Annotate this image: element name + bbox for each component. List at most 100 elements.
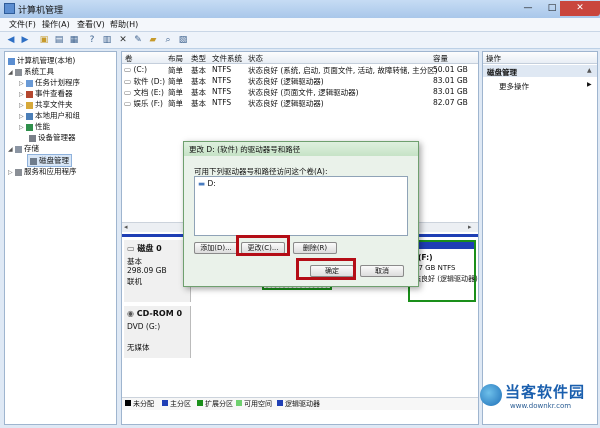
up-folder-icon[interactable]: ▣ bbox=[38, 34, 50, 46]
expand-arrow-icon[interactable]: ▷ bbox=[19, 113, 24, 120]
cell-layout: 简单 bbox=[168, 66, 183, 75]
dialog-title: 更改 D: (软件) 的驱动器号和路径 bbox=[189, 145, 301, 154]
window-title: 计算机管理 bbox=[18, 6, 64, 16]
collapse-arrow-icon[interactable]: ◢ bbox=[8, 146, 13, 153]
drive-path-list[interactable]: ▬ D: bbox=[194, 176, 408, 236]
legend-swatch-logical bbox=[277, 400, 283, 406]
cdrom-0-type: DVD (G:) bbox=[127, 322, 161, 331]
cdrom-0-label[interactable]: ◉ CD-ROM 0 DVD (G:) 无媒体 bbox=[124, 306, 191, 358]
tree-item-services-apps[interactable]: ▷ 服务和应用程序 bbox=[8, 166, 77, 177]
partition-f-name: (F:) bbox=[418, 253, 433, 262]
cell-filesystem: NTFS bbox=[212, 87, 232, 96]
show-hide-tree-icon[interactable]: ▤ bbox=[53, 34, 65, 46]
watermark-url: www.downkr.com bbox=[510, 402, 572, 410]
volume-table-header: 卷 布局 类型 文件系统 状态 容量 bbox=[122, 52, 478, 64]
properties-icon[interactable]: ▦ bbox=[68, 34, 80, 46]
table-row[interactable]: ▭ 娱乐 (F:) 简单 基本 NTFS 状态良好 (逻辑驱动器) 82.07 … bbox=[122, 98, 478, 109]
column-header-status[interactable]: 状态 bbox=[248, 53, 263, 64]
cell-capacity: 83.01 GB bbox=[433, 87, 468, 96]
expand-arrow-icon[interactable]: ▷ bbox=[19, 80, 24, 87]
minimize-button[interactable]: — bbox=[516, 1, 540, 16]
legend-free: 可用空间 bbox=[244, 400, 272, 408]
close-button[interactable]: ✕ bbox=[560, 1, 600, 16]
menu-view[interactable]: 查看(V) bbox=[77, 19, 105, 30]
cell-layout: 简单 bbox=[168, 77, 183, 86]
menu-bar: 文件(F) 操作(A) 查看(V) 帮助(H) bbox=[0, 18, 600, 32]
table-row[interactable]: ▭ 文档 (E:) 简单 基本 NTFS 状态良好 (页面文件, 逻辑驱动器) … bbox=[122, 87, 478, 98]
legend-logical: 逻辑驱动器 bbox=[285, 400, 320, 408]
cell-volume: ▭ 娱乐 (F:) bbox=[124, 99, 163, 108]
device-manager-icon bbox=[29, 134, 36, 142]
list-item[interactable]: ▬ D: bbox=[198, 179, 216, 188]
expand-arrow-icon[interactable]: ▷ bbox=[8, 169, 13, 176]
scroll-right-icon[interactable]: ▸ bbox=[468, 223, 472, 231]
open-icon[interactable]: ▰ bbox=[147, 34, 159, 46]
actions-header: 操作 bbox=[483, 52, 597, 64]
tree-item-device-manager[interactable]: 设备管理器 bbox=[29, 132, 76, 143]
scheduler-icon bbox=[26, 79, 34, 87]
tree-item-local-users[interactable]: ▷ 本地用户和组 bbox=[19, 110, 80, 121]
collapse-icon[interactable]: ▲ bbox=[587, 67, 592, 74]
tree-item-task-scheduler[interactable]: ▷ 任务计划程序 bbox=[19, 77, 80, 88]
search-icon[interactable]: ⌕ bbox=[162, 34, 174, 46]
cdrom-0-status: 无媒体 bbox=[127, 343, 150, 352]
column-header-volume[interactable]: 卷 bbox=[125, 53, 133, 64]
tree-item-performance[interactable]: ▷ 性能 bbox=[19, 121, 50, 132]
tree-item-shared-folders[interactable]: ▷ 共享文件夹 bbox=[19, 99, 73, 110]
computer-management-window: 计算机管理 — □ ✕ 文件(F) 操作(A) 查看(V) 帮助(H) ◀ ▶ … bbox=[0, 0, 600, 428]
cell-volume: ▭ 文档 (E:) bbox=[124, 88, 164, 97]
actions-section-disk-management[interactable]: 磁盘管理 ▲ bbox=[483, 65, 597, 77]
partition-f-bar bbox=[410, 242, 474, 249]
legend-swatch-extended bbox=[197, 400, 203, 406]
actions-more[interactable]: 更多操作 ▶ bbox=[499, 81, 595, 92]
help-icon[interactable]: ? bbox=[86, 34, 98, 46]
menu-help[interactable]: 帮助(H) bbox=[110, 19, 138, 30]
remove-button[interactable]: 删除(R) bbox=[293, 242, 337, 254]
column-header-type[interactable]: 类型 bbox=[191, 53, 206, 64]
disk-0-name: ▭ 磁盘 0 bbox=[127, 244, 162, 253]
cell-status: 状态良好 (逻辑驱动器) bbox=[248, 77, 324, 86]
legend-swatch-free bbox=[236, 400, 242, 406]
disk-0-label[interactable]: ▭ 磁盘 0 基本 298.09 GB 联机 bbox=[124, 240, 191, 302]
cdrom-0-name: ◉ CD-ROM 0 bbox=[127, 309, 183, 318]
cancel-button[interactable]: 取消 bbox=[360, 265, 404, 277]
cell-filesystem: NTFS bbox=[212, 65, 232, 74]
refresh-icon[interactable]: ▧ bbox=[177, 34, 189, 46]
tree-item-system-tools[interactable]: ◢ 系统工具 bbox=[8, 66, 54, 77]
expand-arrow-icon[interactable]: ▷ bbox=[19, 102, 24, 109]
tools-icon bbox=[15, 68, 23, 76]
tree-item-root[interactable]: 计算机管理(本地) bbox=[8, 55, 75, 66]
cell-layout: 简单 bbox=[168, 88, 183, 97]
forward-icon[interactable]: ▶ bbox=[19, 34, 31, 46]
expand-arrow-icon[interactable]: ▷ bbox=[19, 124, 24, 131]
menu-action[interactable]: 操作(A) bbox=[42, 19, 70, 30]
legend-unallocated: 未分配 bbox=[133, 400, 154, 408]
computer-icon bbox=[8, 57, 15, 65]
rescan-icon[interactable]: ✎ bbox=[132, 34, 144, 46]
cell-type: 基本 bbox=[191, 99, 206, 108]
tree-item-storage[interactable]: ◢ 存储 bbox=[8, 143, 39, 154]
menu-file[interactable]: 文件(F) bbox=[9, 19, 36, 30]
legend-primary: 主分区 bbox=[170, 400, 191, 408]
table-row[interactable]: ▭ (C:) 简单 基本 NTFS 状态良好 (系统, 启动, 页面文件, 活动… bbox=[122, 65, 478, 76]
cell-filesystem: NTFS bbox=[212, 98, 232, 107]
back-icon[interactable]: ◀ bbox=[5, 34, 17, 46]
column-header-layout[interactable]: 布局 bbox=[168, 53, 183, 64]
tree-item-event-viewer[interactable]: ▷ 事件查看器 bbox=[19, 88, 73, 99]
expand-arrow-icon[interactable]: ▷ bbox=[19, 91, 24, 98]
scroll-left-icon[interactable]: ◂ bbox=[124, 223, 128, 231]
partition-f-size: 07 GB NTFS bbox=[414, 264, 456, 272]
cell-capacity: 50.01 GB bbox=[433, 65, 468, 74]
delete-icon[interactable]: ✕ bbox=[117, 34, 129, 46]
cell-type: 基本 bbox=[191, 66, 206, 75]
watermark-brand: 当客软件园 bbox=[505, 383, 586, 401]
column-header-filesystem[interactable]: 文件系统 bbox=[212, 53, 242, 64]
collapse-arrow-icon[interactable]: ◢ bbox=[8, 69, 13, 76]
view-icon[interactable]: ▥ bbox=[101, 34, 113, 46]
legend-extended: 扩展分区 bbox=[205, 400, 233, 408]
toolbar: ◀ ▶ ▣ ▤ ▦ ? ▥ ✕ ✎ ▰ ⌕ ▧ bbox=[0, 32, 600, 49]
add-button[interactable]: 添加(D)... bbox=[194, 242, 238, 254]
shared-folder-icon bbox=[26, 101, 34, 109]
column-header-capacity[interactable]: 容量 bbox=[433, 53, 448, 64]
table-row[interactable]: ▭ 软件 (D:) 简单 基本 NTFS 状态良好 (逻辑驱动器) 83.01 … bbox=[122, 76, 478, 87]
